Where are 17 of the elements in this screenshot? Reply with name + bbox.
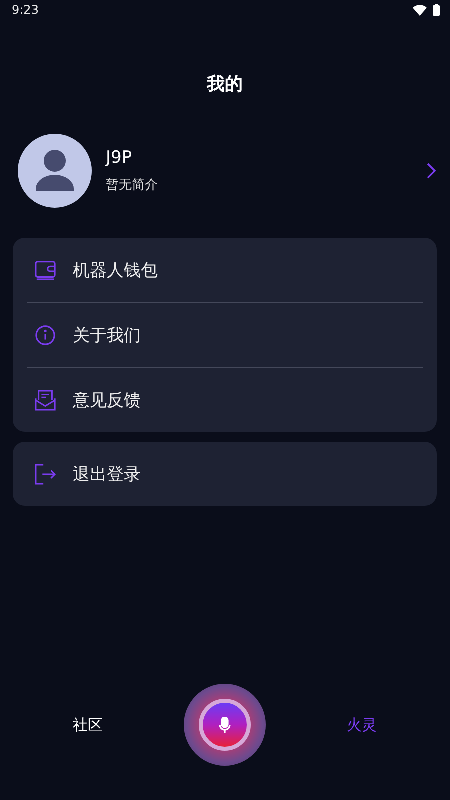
chevron-right-icon[interactable] (426, 163, 436, 179)
menu-item[interactable]: 退出登录 (13, 442, 437, 506)
envelope-icon (35, 390, 56, 410)
user-bio: 暂无简介 (106, 177, 159, 194)
microphone-icon (219, 717, 231, 733)
wifi-icon (413, 4, 427, 16)
nav-tab[interactable]: 社区 (48, 712, 128, 738)
menu-item[interactable]: 机器人钱包 (13, 238, 437, 302)
menu-item[interactable]: 意见反馈 (27, 367, 423, 432)
battery-icon (433, 4, 440, 16)
menu-item[interactable]: 关于我们 (27, 302, 423, 367)
page-title: 我的 (207, 73, 243, 96)
wallet-icon (35, 260, 56, 280)
logout-icon (35, 464, 56, 484)
status-time: 9:23 (12, 3, 39, 17)
info-icon (35, 324, 56, 346)
user-name: J9P (106, 148, 134, 168)
